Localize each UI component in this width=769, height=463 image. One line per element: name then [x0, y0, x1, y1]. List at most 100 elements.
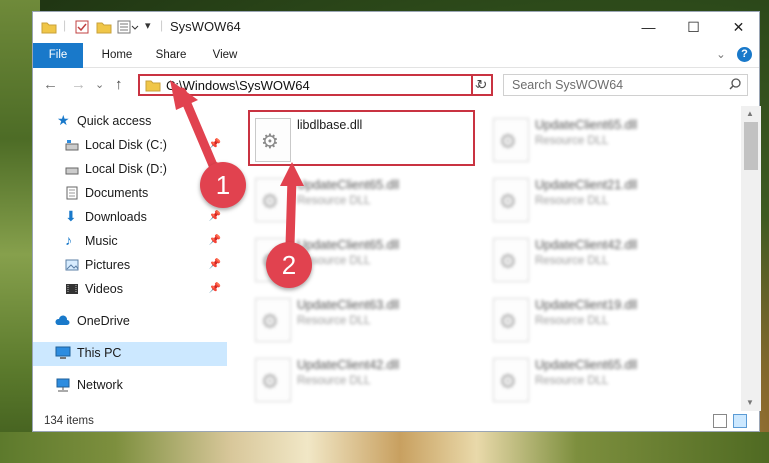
up-arrow-icon[interactable]: ↑ [115, 76, 123, 93]
sidebar-item-downloads[interactable]: ⬇ Downloads 📌 [33, 206, 227, 230]
sidebar-item-label: Music [85, 234, 118, 248]
item-count: 134 items [44, 415, 94, 427]
pictures-icon [65, 258, 79, 272]
dll-file-icon [255, 358, 291, 402]
file-name: UpdateClient21.dll [535, 178, 638, 192]
separator: | [63, 18, 67, 32]
scroll-up-icon[interactable]: ▲ [746, 109, 754, 118]
sidebar-item-network[interactable]: Network [33, 374, 227, 398]
file-description: Resource DLL [535, 255, 609, 267]
window-title: SysWOW64 [170, 19, 241, 34]
step-1-badge: 1 [200, 162, 246, 208]
pin-icon[interactable]: 📌 [209, 283, 221, 294]
file-description: Resource DLL [297, 195, 371, 207]
tab-share[interactable]: Share [151, 43, 191, 67]
help-icon[interactable]: ? [737, 47, 752, 62]
file-name: UpdateClient65.dll [535, 358, 638, 372]
step-2-badge: 2 [266, 242, 312, 288]
expand-ribbon-icon[interactable]: ⌄ [713, 43, 729, 67]
file-name: UpdateClient42.dll [297, 358, 400, 372]
computer-icon [55, 346, 71, 360]
explorer-window: | ▾ | SysWOW64 — ☐ ✕ File Home Share Vie… [32, 11, 761, 432]
file-description: Resource DLL [535, 375, 609, 387]
close-button[interactable]: ✕ [716, 12, 761, 43]
pin-icon[interactable]: 📌 [209, 259, 221, 270]
address-path: C:\Windows\SysWOW64 [166, 78, 310, 93]
file-item[interactable]: UpdateClient65.dll Resource DLL [487, 352, 717, 408]
file-name: UpdateClient42.dll [535, 238, 638, 252]
back-arrow-icon[interactable]: ← [43, 76, 58, 93]
drive-icon [65, 138, 79, 152]
scroll-down-icon[interactable]: ▼ [746, 398, 754, 407]
file-item[interactable]: UpdateClient63.dll Resource DLL [249, 292, 479, 348]
customize-toolbar-icon[interactable] [117, 20, 139, 39]
desktop-background-bottom [0, 432, 769, 463]
dll-file-icon [493, 298, 529, 342]
address-input[interactable]: C:\Windows\SysWOW64 ⌄ [138, 74, 493, 96]
properties-icon[interactable] [75, 20, 89, 39]
file-name: UpdateClient65.dll [297, 238, 400, 252]
sidebar-item-local-disk-d[interactable]: Local Disk (D:) 📌 [33, 158, 227, 182]
search-input[interactable]: Search SysWOW64 [503, 74, 748, 96]
file-name: UpdateClient65.dll [297, 178, 400, 192]
network-icon [55, 378, 70, 392]
sidebar-item-pictures[interactable]: Pictures 📌 [33, 254, 227, 278]
title-bar: | ▾ | SysWOW64 — ☐ ✕ [33, 12, 759, 43]
refresh-button[interactable]: ↻ [471, 74, 493, 96]
new-folder-icon[interactable] [96, 20, 112, 39]
file-item[interactable]: UpdateClient65.dll Resource DLL [487, 112, 717, 168]
file-description: Resource DLL [535, 135, 609, 147]
search-icon [729, 78, 741, 93]
scroll-thumb[interactable] [744, 122, 758, 170]
download-icon: ⬇ [65, 208, 77, 224]
file-item[interactable]: UpdateClient42.dll Resource DLL [487, 232, 717, 288]
file-description: Resource DLL [297, 375, 371, 387]
file-item[interactable]: UpdateClient19.dll Resource DLL [487, 292, 717, 348]
separator: | [160, 18, 164, 32]
forward-arrow-icon[interactable]: → [71, 76, 86, 93]
file-item[interactable]: UpdateClient42.dll Resource DLL [249, 352, 479, 408]
cloud-icon [55, 314, 70, 328]
minimize-button[interactable]: — [626, 12, 671, 43]
video-icon [65, 282, 79, 296]
sidebar-item-onedrive[interactable]: OneDrive [33, 310, 227, 334]
sidebar-item-this-pc[interactable]: This PC [33, 342, 227, 366]
pin-icon[interactable]: 📌 [209, 139, 221, 150]
sidebar-item-music[interactable]: ♪ Music 📌 [33, 230, 227, 254]
document-icon [65, 186, 79, 200]
pin-icon[interactable]: 📌 [209, 211, 221, 222]
dll-file-icon [493, 118, 529, 162]
file-item[interactable]: UpdateClient21.dll Resource DLL [487, 172, 717, 228]
tab-view[interactable]: View [205, 43, 245, 67]
pin-icon[interactable]: 📌 [209, 235, 221, 246]
ribbon-tabs: File Home Share View ⌄ ? [33, 43, 759, 99]
dll-file-icon [255, 298, 291, 342]
file-highlight-box [248, 110, 475, 166]
recent-locations-icon[interactable]: ⌄ [95, 78, 104, 91]
sidebar-item-label: This PC [77, 346, 122, 360]
file-name: UpdateClient19.dll [535, 298, 638, 312]
sidebar-item-label: Pictures [85, 258, 131, 272]
file-item[interactable]: UpdateClient65.dll Resource DLL [249, 172, 479, 228]
sidebar-item-local-disk-c[interactable]: Local Disk (C:) 📌 [33, 134, 227, 158]
tab-home[interactable]: Home [95, 43, 139, 67]
sidebar-item-quick-access[interactable]: ★ Quick access [33, 110, 227, 134]
dll-file-icon [493, 358, 529, 402]
maximize-button[interactable]: ☐ [671, 12, 716, 43]
details-view-icon[interactable] [713, 414, 727, 428]
navigation-pane: ★ Quick access Local Disk (C:) 📌 Local D… [33, 106, 227, 411]
sidebar-item-label: Documents [85, 186, 149, 200]
sidebar-item-label: Network [77, 378, 123, 392]
large-icons-view-icon[interactable] [733, 414, 747, 428]
dll-file-icon [255, 178, 291, 222]
sidebar-item-videos[interactable]: Videos 📌 [33, 278, 227, 302]
file-description: Resource DLL [535, 195, 609, 207]
sidebar-item-documents[interactable]: Documents 📌 [33, 182, 227, 206]
dll-file-icon [493, 238, 529, 282]
file-name: UpdateClient63.dll [297, 298, 400, 312]
file-name: UpdateClient65.dll [535, 118, 638, 132]
quick-access-dropdown-icon[interactable]: ▾ [145, 19, 151, 32]
dll-file-icon [493, 178, 529, 222]
vertical-scrollbar[interactable]: ▲ ▼ [741, 106, 761, 411]
sidebar-item-label: Local Disk (D:) [85, 162, 167, 176]
